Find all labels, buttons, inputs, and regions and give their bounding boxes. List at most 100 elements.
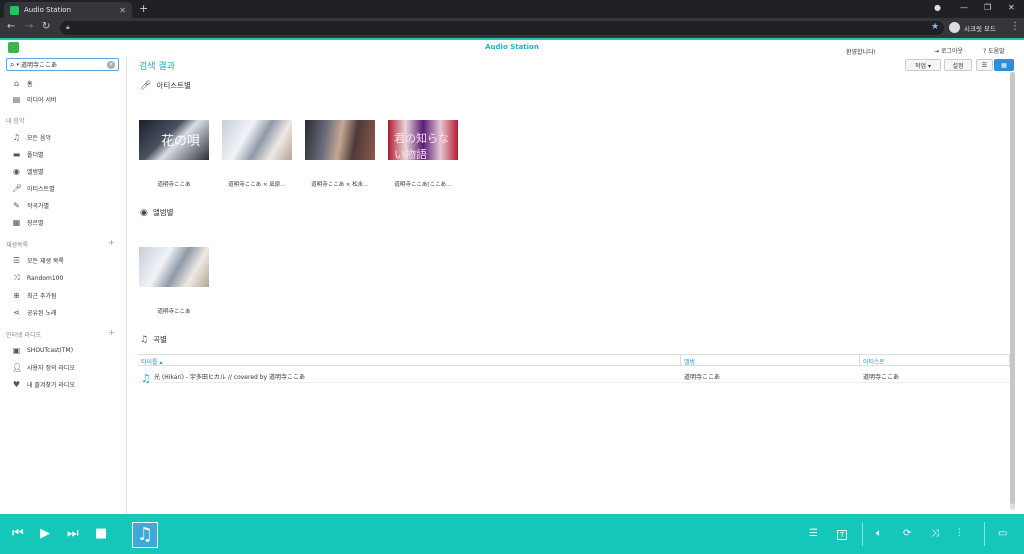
table-row[interactable]: ♫ 光 (Hikari) - 宇多田ヒカル // covered by 道明寺こ… [138, 368, 1014, 385]
sidebar-item-genre[interactable]: ▦ 장르별 [12, 216, 44, 228]
settings-button[interactable]: 설정 [944, 59, 972, 71]
disc-icon: ◉ [13, 166, 20, 176]
repeat-icon[interactable]: ⟳ [903, 528, 911, 539]
pen-icon: ✎ [13, 200, 20, 210]
now-playing-cover[interactable]: ♫ [132, 522, 158, 548]
mini-player-icon[interactable]: ▭ [998, 528, 1007, 539]
bookmark-star-icon[interactable]: ★ [931, 22, 939, 32]
sidebar-item-album[interactable]: ◉ 앨범별 [12, 165, 44, 177]
share-icon: ⋖ [13, 307, 20, 317]
back-icon[interactable]: ← [7, 21, 15, 32]
sidebar-item-user-radio[interactable]: 👤︎ 사용자 정의 라디오 [12, 361, 75, 373]
clear-search-icon[interactable]: × [107, 60, 115, 69]
reload-icon[interactable]: ↻ [42, 21, 50, 32]
app-favicon [10, 5, 19, 15]
profile-icon[interactable]: ● [934, 3, 941, 12]
radio-icon: ▣ [12, 345, 21, 355]
artist-card[interactable]: 道明寺ここあ × 松永… [305, 120, 375, 188]
songs-table-header: 타이틀 ▴ 앨범 아티스트 ⋮ [138, 354, 1016, 367]
forward-icon[interactable]: → [25, 21, 33, 32]
sidebar-item-all-playlists[interactable]: ☰ 모든 재생 목록 [12, 254, 64, 266]
divider [984, 522, 985, 546]
action-button[interactable]: 작업 ▾ [905, 59, 941, 71]
equalizer-icon[interactable]: ⫶ [958, 528, 961, 539]
close-tab-icon[interactable]: ✕ [119, 6, 126, 15]
sidebar-item-label: SHOUTcast(TM) [27, 346, 74, 354]
sidebar-item-composer[interactable]: ✎ 작곡가별 [12, 199, 49, 211]
artists-section-title: 🎤︎ 아티스트별 [140, 80, 191, 91]
album-card[interactable]: 道明寺ここあ [139, 247, 209, 315]
media-server-icon: ▤ [12, 94, 21, 104]
artist-thumbnail: 君の知らない物語 [388, 120, 458, 160]
artist-card[interactable]: 道明寺ここあ × 凪原… [222, 120, 292, 188]
sidebar-item-artist[interactable]: 🎤︎ 아티스트별 [12, 182, 55, 194]
song-title: 光 (Hikari) - 宇多田ヒカル // covered by 道明寺ここあ [154, 374, 306, 381]
browser-tab[interactable]: Audio Station ✕ [4, 2, 132, 18]
close-window-icon[interactable]: ✕ [1008, 3, 1015, 12]
album-thumbnail [139, 247, 209, 287]
previous-track-icon[interactable]: ⏮︎ [12, 526, 24, 541]
browser-menu-icon[interactable]: ⋮ [1010, 21, 1020, 32]
column-artist[interactable]: 아티스트 [863, 357, 885, 366]
volume-icon[interactable]: 🔈︎ [876, 528, 882, 539]
restore-icon[interactable]: ❐ [984, 3, 991, 12]
artist-card[interactable]: 花の唄 道明寺ここあ [139, 120, 209, 188]
sidebar-item-label: Random100 [27, 274, 64, 282]
artist-card[interactable]: 君の知らない物語 道明寺ここあ[ここあ… [388, 120, 458, 188]
search-input[interactable]: 道明寺ここあ [21, 60, 57, 69]
sidebar-item-random100[interactable]: ⤨ Random100 [12, 272, 63, 284]
sidebar-item-recently-added[interactable]: ⊕ 최근 추가됨 [12, 289, 56, 301]
logout-link[interactable]: ⇥ 로그아웃 [934, 46, 963, 55]
sidebar-item-label: 앨범별 [27, 168, 44, 176]
sidebar-item-home[interactable]: ⌂ 홈 [12, 77, 33, 89]
shuffle-icon[interactable]: ⤨ [931, 528, 939, 539]
playlist-icon: ☰ [12, 255, 21, 265]
sidebar-item-shared-songs[interactable]: ⋖ 공유된 노래 [12, 306, 56, 318]
add-playlist-icon[interactable]: + [108, 238, 115, 247]
artist-caption: 道明寺ここあ × 松永… [311, 182, 369, 188]
sidebar-item-favorite-radio[interactable]: ♥ 내 즐겨찾기 라디오 [12, 378, 75, 390]
sidebar-item-folder[interactable]: ▬ 폴더별 [12, 148, 44, 160]
microphone-icon: 🎤︎ [12, 183, 23, 193]
scrollbar-thumb[interactable] [1010, 72, 1015, 504]
user-icon: 👤︎ [12, 362, 23, 372]
song-artist: 道明寺ここあ [863, 374, 900, 381]
sidebar-item-label: 홈 [27, 80, 33, 88]
play-icon[interactable]: ▶ [40, 526, 50, 541]
music-note-icon: ♫ [12, 132, 21, 142]
minimize-icon[interactable]: — [960, 3, 968, 12]
song-album: 道明寺ここあ [684, 374, 721, 381]
list-view-icon: ☰ [981, 61, 988, 69]
add-radio-icon[interactable]: + [108, 328, 115, 337]
heart-icon: ♥ [12, 379, 21, 389]
add-circle-icon: ⊕ [13, 290, 20, 300]
sidebar-item-all-music[interactable]: ♫ 모든 음악 [12, 131, 51, 143]
sidebar-item-shoutcast[interactable]: ▣ SHOUTcast(TM) [12, 344, 73, 356]
column-title[interactable]: 타이틀 ▴ [141, 357, 162, 366]
new-tab-button[interactable]: + [139, 2, 148, 15]
url-field[interactable]: 🔒︎ [60, 21, 944, 35]
column-divider [859, 355, 860, 367]
list-view-button[interactable]: ☰ [976, 59, 993, 71]
incognito-indicator[interactable]: 시크릿 모드 [949, 22, 996, 33]
sidebar-item-label: 사용자 정의 라디오 [27, 364, 75, 372]
search-scope-dropdown-icon[interactable]: ▾ [16, 62, 19, 68]
help-link[interactable]: ? 도움말 [983, 46, 1005, 55]
next-track-icon[interactable]: ⏭︎ [67, 526, 79, 541]
queue-icon[interactable]: ☰ [809, 528, 818, 539]
cover-art-logo: 君の知らない物語 [394, 132, 449, 160]
column-album[interactable]: 앨범 [684, 357, 695, 366]
lyrics-icon[interactable]: T [837, 530, 848, 540]
artist-caption: 道明寺ここあ [157, 182, 191, 188]
thumbnail-view-button[interactable]: ▦ [994, 59, 1014, 71]
incognito-icon [949, 22, 960, 33]
stop-icon[interactable]: ■ [95, 526, 107, 541]
music-note-icon: ♫ [136, 524, 154, 545]
section-title-label: 곡별 [153, 335, 167, 344]
sidebar-item-label: 모든 재생 목록 [27, 257, 64, 265]
sidebar-item-media-server[interactable]: ▤ 미디어 서버 [12, 93, 57, 105]
songs-section-title: ♫ 곡별 [140, 334, 167, 345]
search-box[interactable]: ⌕ ▾ 道明寺ここあ × [6, 58, 119, 71]
search-results-panel: 검색 결과 작업 ▾ 설정 ☰ ▦ 🎤︎ 아티스트별 花の唄 道明寺ここあ 道明… [128, 56, 1016, 514]
scrollbar[interactable] [1010, 72, 1015, 510]
